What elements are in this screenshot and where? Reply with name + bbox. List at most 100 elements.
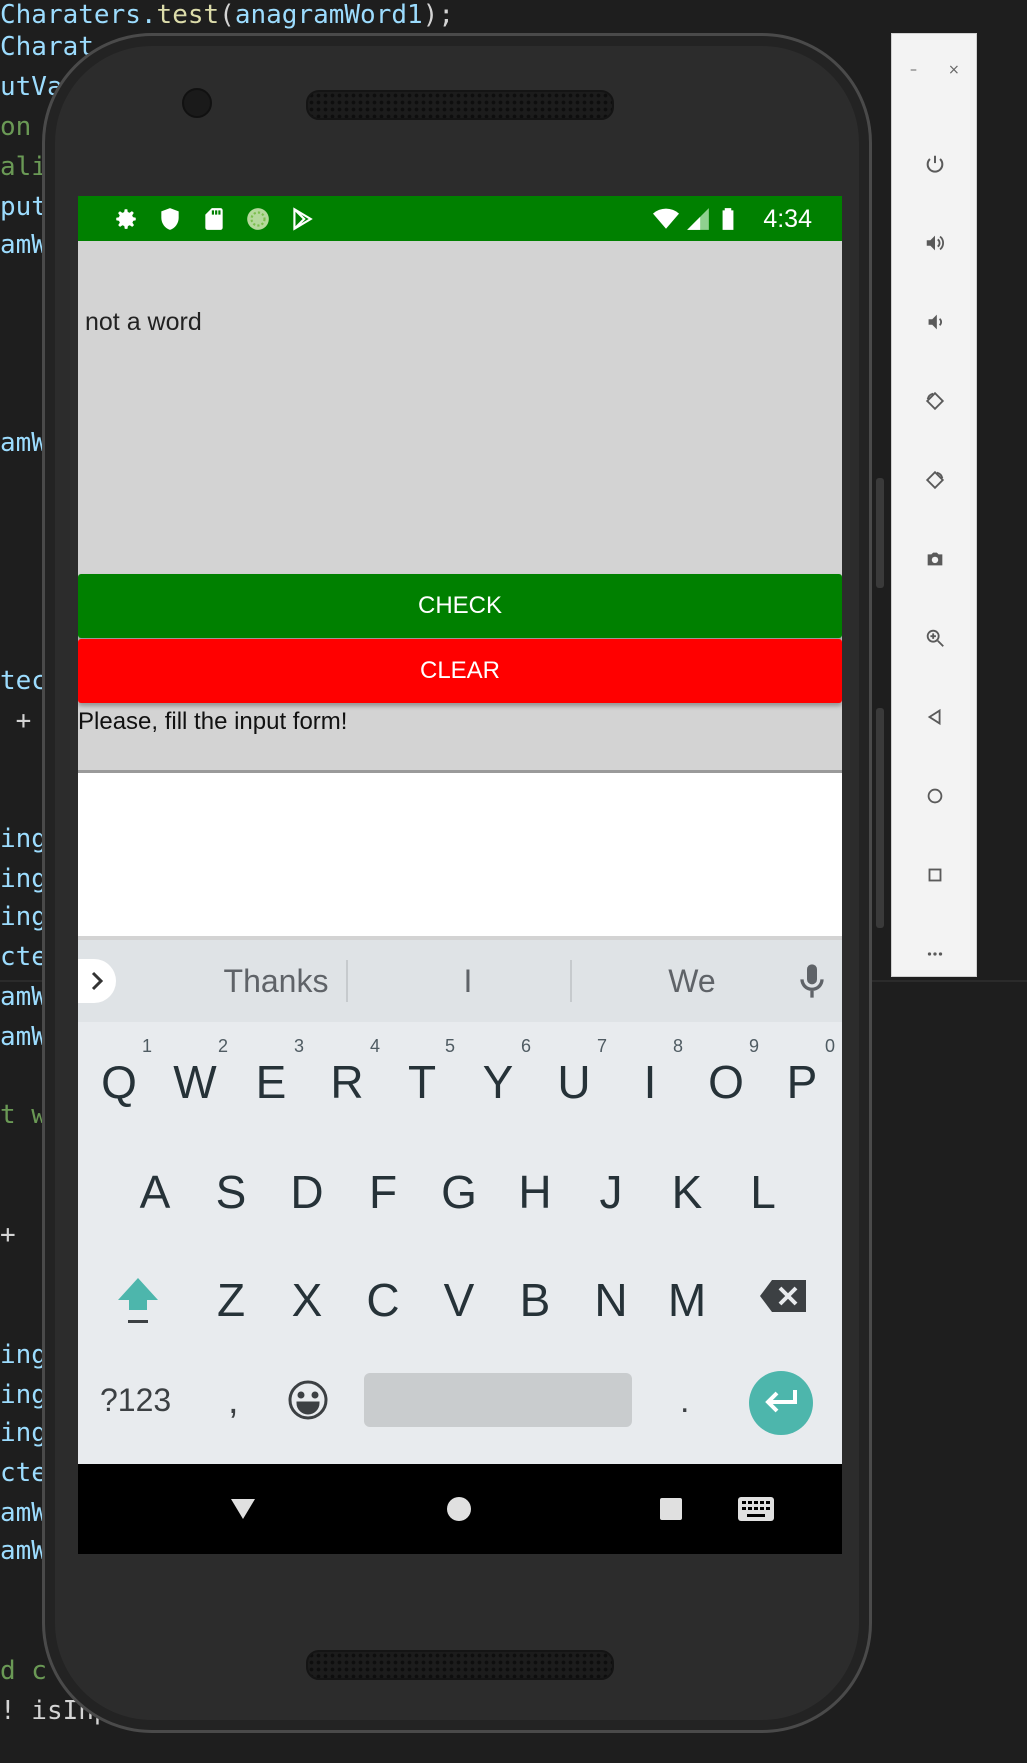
key-w[interactable]: W: [160, 1052, 230, 1112]
sync-circle-icon: [244, 205, 272, 233]
expand-suggestions-chevron-icon[interactable]: [78, 959, 116, 1003]
back-triangle-icon[interactable]: [910, 697, 960, 737]
nav-recents-square-icon[interactable]: [656, 1494, 686, 1524]
key-number-hint: 8: [673, 1036, 684, 1056]
editor-code-line: cte: [0, 942, 47, 972]
period-key[interactable]: .: [680, 1382, 689, 1421]
status-bar: 4:34: [78, 196, 842, 241]
editor-code-line: Charat: [0, 32, 94, 62]
wifi-icon: [652, 205, 680, 233]
rotate-right-icon[interactable]: [910, 460, 960, 500]
key-u[interactable]: U: [539, 1052, 609, 1112]
camera-screenshot-icon[interactable]: [910, 539, 960, 579]
editor-code-line: ing: [0, 1380, 47, 1410]
key-n[interactable]: N: [576, 1270, 646, 1330]
power-icon[interactable]: [910, 144, 960, 184]
editor-code-line: amW: [0, 428, 47, 458]
rotate-left-icon[interactable]: [910, 381, 960, 421]
shift-key-icon[interactable]: [114, 1274, 162, 1330]
key-e[interactable]: E: [236, 1052, 306, 1112]
key-j[interactable]: J: [576, 1162, 646, 1222]
key-c[interactable]: C: [348, 1270, 418, 1330]
editor-code-line: cte: [0, 1458, 47, 1488]
phone-volume-button: [876, 708, 884, 928]
key-q[interactable]: Q: [84, 1052, 154, 1112]
sd-card-icon: [200, 205, 228, 233]
editor-code-line: on: [0, 112, 32, 142]
nav-home-circle-icon[interactable]: [444, 1494, 474, 1524]
key-d[interactable]: D: [272, 1162, 342, 1222]
key-l[interactable]: L: [728, 1162, 798, 1222]
key-number-hint: 2: [218, 1036, 229, 1056]
battery-icon: [714, 205, 742, 233]
key-z[interactable]: Z: [196, 1270, 266, 1330]
editor-code-line: amW: [0, 1022, 47, 1052]
key-number-hint: 1: [142, 1036, 153, 1056]
microphone-icon[interactable]: [792, 960, 832, 1002]
suggestion-separator: [570, 960, 572, 1002]
zoom-icon[interactable]: [910, 618, 960, 658]
editor-code-line: amW: [0, 1536, 47, 1566]
soft-keyboard: Thanks I We Q1W2E3R4T5Y6U7I8O9P0ASDFGHJK…: [78, 940, 842, 1464]
shield-icon: [156, 205, 184, 233]
cell-signal-icon: [684, 205, 712, 233]
key-a[interactable]: A: [120, 1162, 190, 1222]
editor-code-line: ing: [0, 824, 47, 854]
volume-down-icon[interactable]: [910, 302, 960, 342]
suggestion-2[interactable]: I: [368, 958, 568, 1004]
key-number-hint: 4: [370, 1036, 381, 1056]
suggestion-3[interactable]: We: [592, 958, 792, 1004]
symbols-key[interactable]: ?123: [100, 1382, 171, 1419]
key-number-hint: 6: [521, 1036, 532, 1056]
word-input-field[interactable]: [78, 770, 842, 936]
bottom-speaker-grille: [306, 1650, 614, 1680]
clear-button[interactable]: CLEAR: [78, 639, 842, 703]
emulator-close-button[interactable]: ×: [948, 62, 960, 78]
validation-message: Please, fill the input form!: [78, 708, 348, 735]
volume-up-icon[interactable]: [910, 223, 960, 263]
key-s[interactable]: S: [196, 1162, 266, 1222]
key-p[interactable]: P: [767, 1052, 837, 1112]
key-b[interactable]: B: [500, 1270, 570, 1330]
key-g[interactable]: G: [424, 1162, 494, 1222]
suggestion-strip: Thanks I We: [78, 940, 842, 1022]
editor-code-line: +: [0, 706, 32, 736]
key-number-hint: 7: [597, 1036, 608, 1056]
key-r[interactable]: R: [312, 1052, 382, 1112]
editor-code-line: ing: [0, 1340, 47, 1370]
key-x[interactable]: X: [272, 1270, 342, 1330]
key-h[interactable]: H: [500, 1162, 570, 1222]
editor-code-line: Charaters.test(anagramWord1);: [0, 0, 454, 30]
editor-code-line: +: [0, 1220, 16, 1250]
check-button[interactable]: CHECK: [78, 574, 842, 638]
nav-keyboard-icon[interactable]: [736, 1494, 776, 1524]
key-t[interactable]: T: [387, 1052, 457, 1112]
enter-key-icon[interactable]: [749, 1371, 813, 1435]
editor-code-line: ing: [0, 864, 47, 894]
backspace-key-icon[interactable]: [758, 1278, 808, 1314]
key-v[interactable]: V: [424, 1270, 494, 1330]
top-speaker-grille: [306, 90, 614, 120]
more-options-icon[interactable]: [910, 934, 960, 974]
key-f[interactable]: F: [348, 1162, 418, 1222]
result-text: not a word: [85, 308, 202, 336]
key-y[interactable]: Y: [463, 1052, 533, 1112]
emoji-smiley-icon[interactable]: [286, 1378, 330, 1422]
home-circle-icon[interactable]: [910, 776, 960, 816]
key-o[interactable]: O: [691, 1052, 761, 1112]
comma-key[interactable]: ,: [228, 1380, 239, 1423]
key-m[interactable]: M: [652, 1270, 722, 1330]
space-bar-key[interactable]: [364, 1373, 632, 1427]
editor-code-line: tec: [0, 666, 47, 696]
editor-code-line: ali: [0, 152, 47, 182]
nav-back-triangle-icon[interactable]: [228, 1494, 258, 1524]
device-screen: 4:34 not a word CHECK CLEAR Please, fill…: [78, 196, 842, 1554]
editor-code-line: d c: [0, 1656, 47, 1686]
emulator-toolbar: – ×: [891, 33, 977, 977]
overview-square-icon[interactable]: [910, 855, 960, 895]
key-k[interactable]: K: [652, 1162, 722, 1222]
front-camera: [182, 88, 212, 118]
emulator-minimize-button[interactable]: –: [910, 62, 917, 78]
key-i[interactable]: I: [615, 1052, 685, 1112]
key-number-hint: 9: [749, 1036, 760, 1056]
